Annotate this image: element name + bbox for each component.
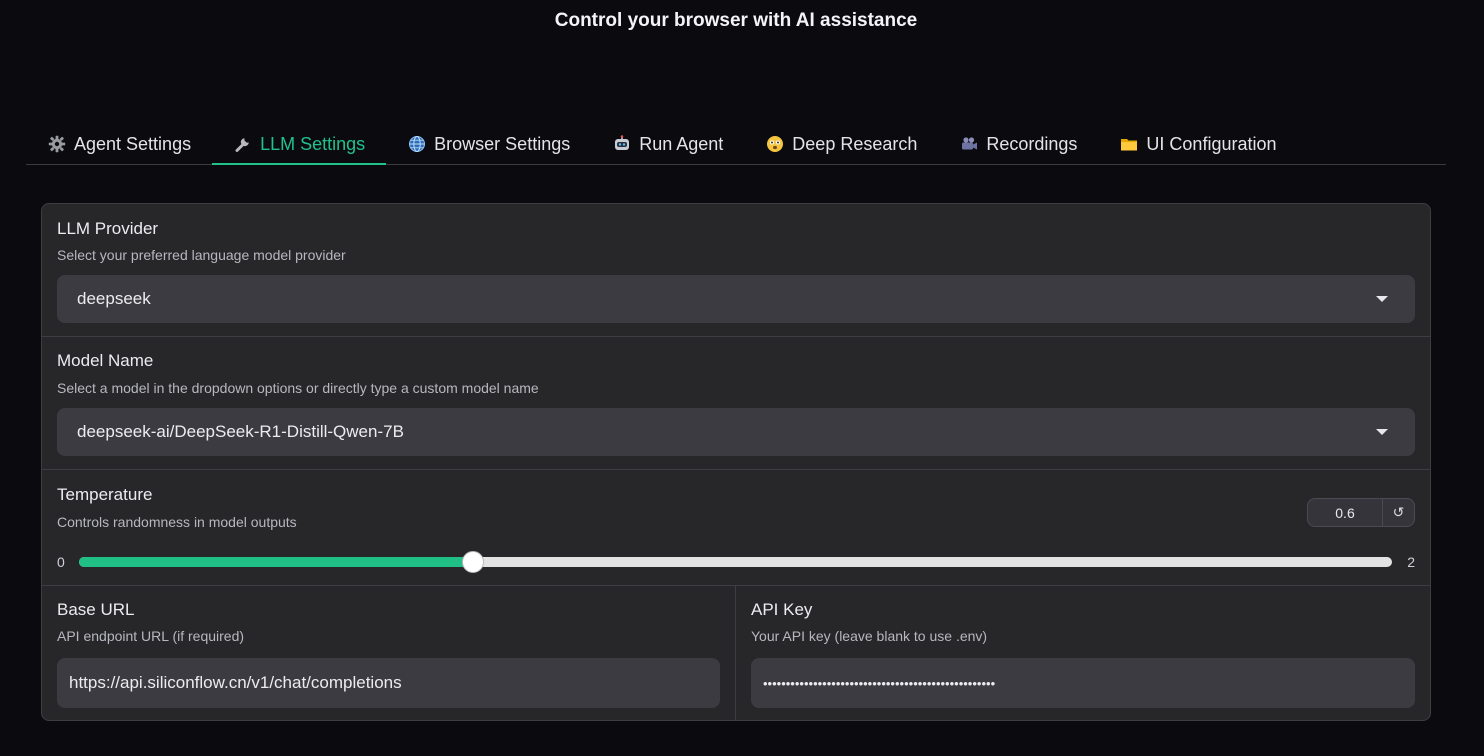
chevron-down-icon	[1376, 429, 1388, 435]
tab-label: Agent Settings	[74, 133, 192, 154]
tab-label: Recordings	[986, 133, 1078, 154]
tab-ui-configuration[interactable]: UI Configuration	[1098, 124, 1297, 164]
folder-icon	[1120, 135, 1138, 153]
api-key-label: API Key	[751, 600, 813, 619]
page-title: Control your browser with AI assistance	[554, 10, 918, 31]
temperature-slider[interactable]	[79, 551, 1392, 573]
slider-min-label: 0	[57, 554, 65, 570]
temperature-info: Controls randomness in model outputs	[57, 514, 297, 530]
reset-icon[interactable]: ↺	[1383, 499, 1414, 526]
base-url-input[interactable]: https://api.siliconflow.cn/v1/chat/compl…	[57, 658, 720, 708]
slider-max-label: 2	[1407, 554, 1415, 570]
llm-provider-info: Select your preferred language model pro…	[57, 247, 346, 263]
tab-agent-settings[interactable]: Agent Settings	[26, 124, 212, 164]
tab-llm-settings[interactable]: LLM Settings	[212, 124, 387, 165]
model-name-value: deepseek-ai/DeepSeek-R1-Distill-Qwen-7B	[77, 422, 404, 441]
llm-settings-panel: LLM Provider Select your preferred langu…	[41, 203, 1431, 721]
slider-fill	[79, 557, 473, 567]
base-url-info: API endpoint URL (if required)	[57, 628, 245, 644]
llm-provider-block: LLM Provider Select your preferred langu…	[42, 204, 1430, 337]
chevron-down-icon	[1376, 296, 1388, 302]
model-name-dropdown[interactable]: deepseek-ai/DeepSeek-R1-Distill-Qwen-7B	[57, 408, 1415, 456]
tab-recordings[interactable]: Recordings	[938, 124, 1098, 164]
tab-label: Browser Settings	[434, 133, 571, 154]
globe-icon	[408, 135, 426, 153]
temperature-input[interactable]: 0.6	[1308, 499, 1383, 526]
gear-icon	[48, 135, 66, 153]
tab-run-agent[interactable]: Run Agent	[591, 124, 744, 164]
llm-provider-value: deepseek	[77, 289, 151, 308]
tab-browser-settings[interactable]: Browser Settings	[386, 124, 591, 164]
api-key-info: Your API key (leave blank to use .env)	[751, 628, 988, 644]
face-icon	[766, 135, 784, 153]
tab-bar: Agent Settings LLM Settings Browser Sett…	[26, 124, 1446, 165]
movie-camera-icon	[960, 135, 978, 153]
model-name-block: Model Name Select a model in the dropdow…	[42, 337, 1430, 470]
tab-label: LLM Settings	[260, 133, 366, 154]
model-name-info: Select a model in the dropdown options o…	[57, 380, 539, 396]
llm-provider-label: LLM Provider	[57, 219, 159, 238]
llm-provider-dropdown[interactable]: deepseek	[57, 275, 1415, 323]
base-url-label: Base URL	[57, 600, 135, 619]
temperature-label: Temperature	[57, 485, 153, 504]
wrench-icon	[234, 135, 252, 153]
base-url-block: Base URL API endpoint URL (if required) …	[42, 585, 736, 720]
tab-deep-research[interactable]: Deep Research	[744, 124, 938, 164]
api-key-block: API Key Your API key (leave blank to use…	[736, 585, 1430, 720]
api-key-input[interactable]: ••••••••••••••••••••••••••••••••••••••••…	[751, 658, 1415, 708]
robot-icon	[613, 135, 631, 153]
slider-handle[interactable]	[461, 551, 484, 573]
temperature-number-field: 0.6 ↺	[1307, 498, 1415, 527]
tab-label: UI Configuration	[1146, 133, 1277, 154]
tab-label: Run Agent	[639, 133, 724, 154]
model-name-label: Model Name	[57, 351, 154, 370]
tab-label: Deep Research	[792, 133, 918, 154]
